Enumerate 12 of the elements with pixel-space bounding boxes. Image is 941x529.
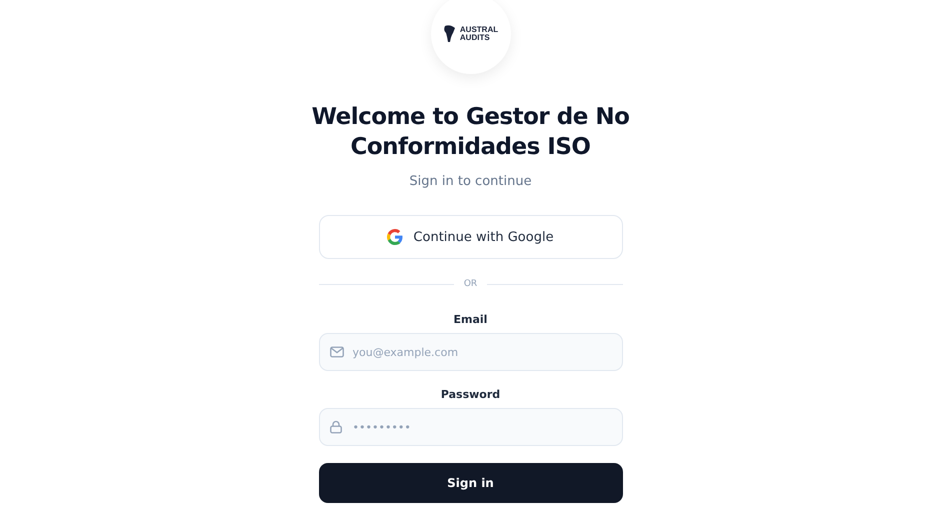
logo-text: AUDITS — [460, 34, 491, 42]
subtitle: Sign in to continue — [409, 174, 532, 189]
password-field[interactable]: ••••••••• — [318, 408, 622, 446]
password-label: Password — [440, 388, 500, 401]
logo-text: AUSTRAL — [460, 26, 498, 34]
sign-in-button[interactable]: Sign in — [318, 463, 622, 503]
welcome-title: Welcome to Gestor de No Conformidades ISO — [310, 103, 630, 162]
google-sign-in-button[interactable]: Continue with Google — [318, 215, 622, 259]
or-divider-text: OR — [464, 279, 478, 289]
email-field[interactable]: you@example.com — [318, 333, 622, 371]
email-label: Email — [454, 313, 488, 326]
google-icon — [387, 229, 404, 245]
